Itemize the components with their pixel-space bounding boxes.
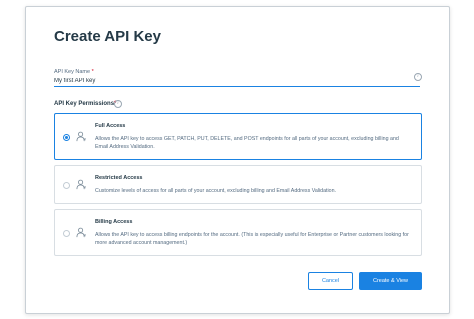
info-icon[interactable]: i	[114, 100, 122, 108]
page-title: Create API Key	[54, 28, 161, 45]
user-icon	[76, 131, 86, 142]
create-and-view-button[interactable]: Create & View	[359, 272, 422, 290]
info-icon[interactable]: i	[414, 73, 422, 81]
option-billing-access[interactable]: Billing Access Allows the API key to acc…	[54, 209, 422, 256]
radio-billing-access[interactable]	[63, 230, 70, 237]
cancel-button[interactable]: Cancel	[308, 272, 353, 290]
user-icon	[76, 179, 86, 190]
option-description: Customize levels of access for all parts…	[95, 188, 337, 194]
option-description: Allows the API key to access billing end…	[95, 232, 409, 246]
option-full-access[interactable]: Full Access Allows the API key to access…	[54, 113, 422, 160]
api-key-name-input[interactable]	[54, 75, 420, 87]
permissions-heading: API Key Permissions*	[54, 101, 117, 107]
option-restricted-access[interactable]: Restricted Access Customize levels of ac…	[54, 165, 422, 204]
user-icon	[76, 227, 86, 238]
create-api-key-dialog: Create API Key API Key Name * i API Key …	[25, 6, 450, 314]
option-title: Billing Access	[95, 219, 133, 225]
option-title: Full Access	[95, 123, 126, 129]
radio-restricted-access[interactable]	[63, 182, 70, 189]
option-title: Restricted Access	[95, 175, 143, 181]
radio-full-access[interactable]	[63, 134, 70, 141]
option-description: Allows the API key to access GET, PATCH,…	[95, 136, 399, 150]
